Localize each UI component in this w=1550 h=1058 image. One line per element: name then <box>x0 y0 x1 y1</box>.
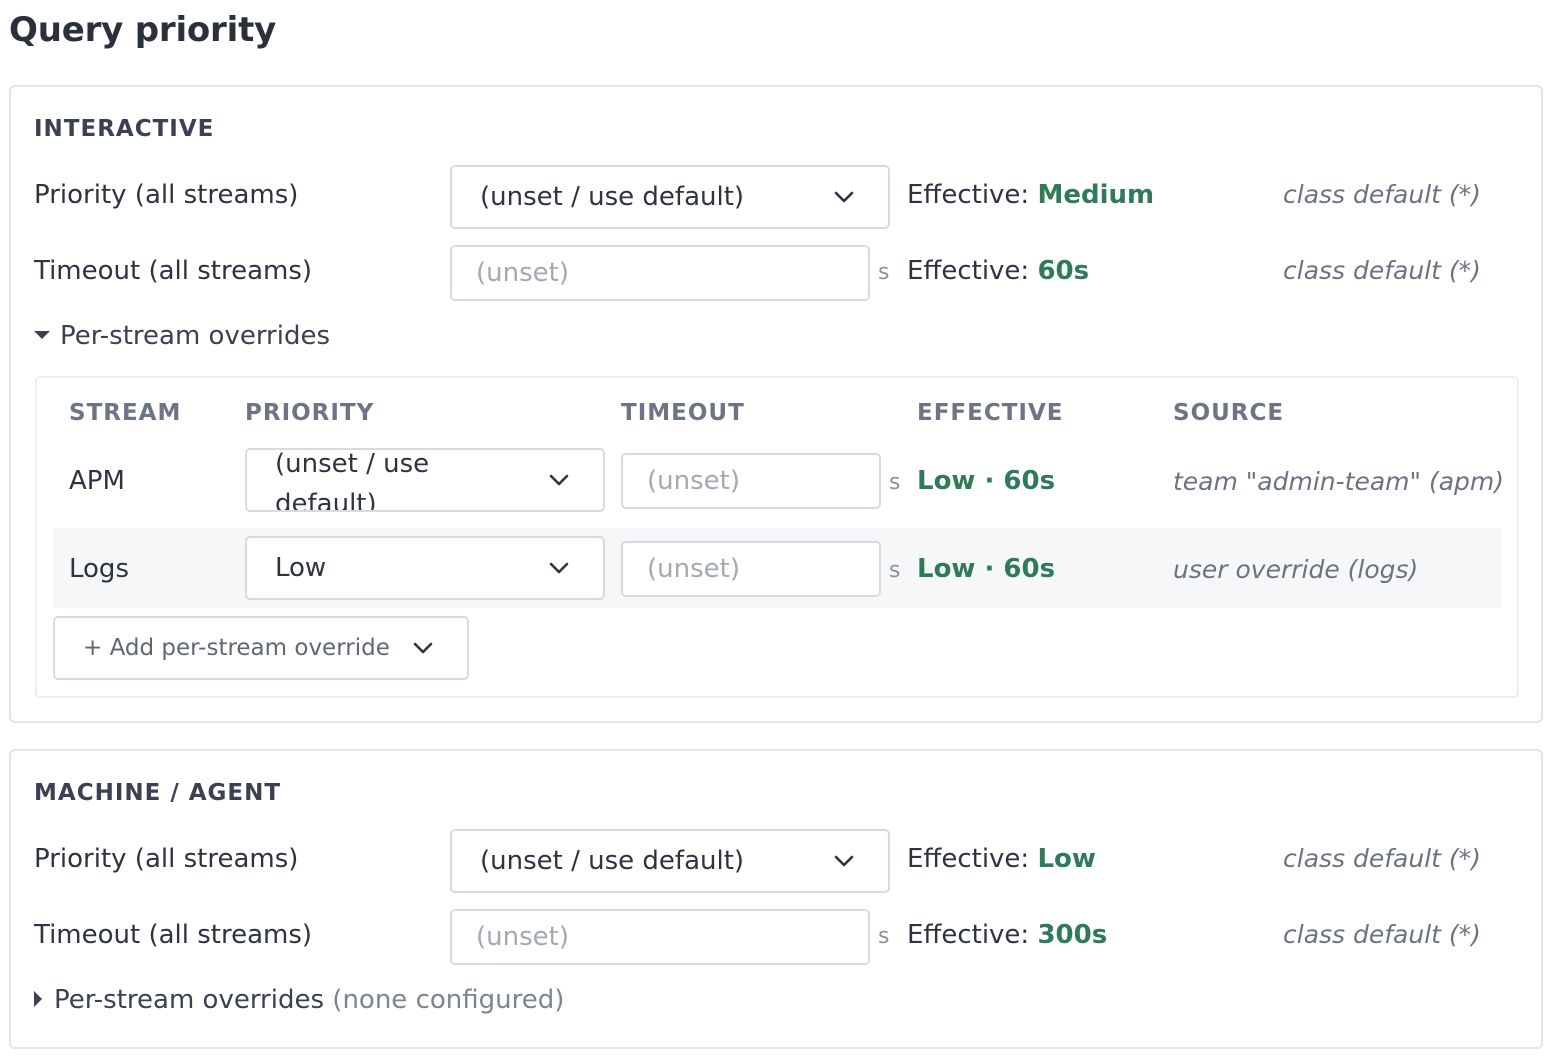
effective-prefix: Effective: <box>907 844 1030 874</box>
effective-value: Low <box>1037 844 1096 874</box>
override-row-apm-stream: APM <box>69 466 125 496</box>
interactive-timeout-unit: s <box>878 260 890 285</box>
effective-prefix: Effective: <box>907 920 1030 950</box>
machine-timeout-unit: s <box>878 924 890 949</box>
machine-agent-section: MACHINE / AGENT Priority (all streams) (… <box>9 749 1543 1049</box>
machine-timeout-effective: Effective: 300s <box>907 920 1107 950</box>
override-row-logs-timeout-unit: s <box>889 558 901 583</box>
machine-priority-select[interactable]: (unset / use default) <box>450 829 890 893</box>
caret-right-icon <box>34 990 42 1007</box>
override-row-logs-priority-value: Low <box>275 553 327 583</box>
interactive-overrides-toggle[interactable]: Per-stream overrides <box>34 321 330 351</box>
overrides-toggle-label: Per-stream overrides <box>54 985 325 1015</box>
override-row-apm-priority-value: (unset / use default) <box>275 449 430 512</box>
machine-priority-label: Priority (all streams) <box>34 844 299 874</box>
interactive-timeout-source: class default (*) <box>1283 256 1481 285</box>
machine-priority-select-value: (unset / use default) <box>480 846 745 876</box>
override-row-apm-source: team "admin-team" (apm) <box>1173 467 1505 496</box>
column-header-priority: PRIORITY <box>245 400 375 426</box>
overrides-toggle-label: Per-stream overrides <box>60 321 331 351</box>
override-row-logs-priority-select[interactable]: Low <box>245 536 605 600</box>
overrides-table: STREAM PRIORITY TIMEOUT EFFECTIVE SOURCE… <box>35 376 1519 698</box>
machine-heading: MACHINE / AGENT <box>34 780 282 806</box>
effective-value: 300s <box>1037 920 1108 950</box>
machine-timeout-label: Timeout (all streams) <box>34 920 313 950</box>
add-per-stream-override-button[interactable]: + Add per-stream override <box>53 616 469 680</box>
interactive-priority-select[interactable]: (unset / use default) <box>450 165 890 229</box>
override-row-logs-stream: Logs <box>69 554 129 584</box>
column-header-timeout: TIMEOUT <box>621 400 745 426</box>
override-row-logs-source: user override (logs) <box>1173 555 1419 584</box>
machine-priority-effective: Effective: Low <box>907 844 1096 874</box>
machine-priority-source: class default (*) <box>1283 844 1481 873</box>
machine-timeout-source: class default (*) <box>1283 920 1481 949</box>
override-row-apm-priority-select[interactable]: (unset / use default) <box>245 448 605 512</box>
effective-value: 60s <box>1037 256 1090 286</box>
override-row-logs-effective: Low · 60s <box>917 554 1056 584</box>
interactive-timeout-effective: Effective: 60s <box>907 256 1089 286</box>
overrides-none-note: (none configured) <box>332 985 565 1015</box>
interactive-priority-label: Priority (all streams) <box>34 180 299 210</box>
page-title: Query priority <box>9 10 277 50</box>
override-row-apm-timeout-unit: s <box>889 470 901 495</box>
chevron-down-icon <box>549 562 569 574</box>
add-override-label: + Add per-stream override <box>83 635 390 661</box>
override-row-apm-timeout-input[interactable] <box>621 453 881 509</box>
interactive-priority-select-value: (unset / use default) <box>480 182 745 212</box>
interactive-priority-effective: Effective: Medium <box>907 180 1154 210</box>
interactive-section: INTERACTIVE Priority (all streams) (unse… <box>9 85 1543 723</box>
interactive-timeout-label: Timeout (all streams) <box>34 256 313 286</box>
chevron-down-icon <box>834 191 854 203</box>
caret-down-icon <box>34 330 50 339</box>
machine-overrides-toggle[interactable]: Per-stream overrides (none configured) <box>34 985 564 1015</box>
interactive-heading: INTERACTIVE <box>34 116 215 142</box>
column-header-source: SOURCE <box>1173 400 1285 426</box>
override-row-apm-effective: Low · 60s <box>917 466 1056 496</box>
effective-value: Medium <box>1037 180 1155 210</box>
chevron-down-icon <box>413 642 433 654</box>
column-header-stream: STREAM <box>69 400 182 426</box>
effective-prefix: Effective: <box>907 180 1030 210</box>
chevron-down-icon <box>549 474 569 486</box>
interactive-timeout-input[interactable] <box>450 245 870 301</box>
chevron-down-icon <box>834 855 854 867</box>
override-row-logs-timeout-input[interactable] <box>621 541 881 597</box>
column-header-effective: EFFECTIVE <box>917 400 1064 426</box>
effective-prefix: Effective: <box>907 256 1030 286</box>
machine-timeout-input[interactable] <box>450 909 870 965</box>
interactive-priority-source: class default (*) <box>1283 180 1481 209</box>
